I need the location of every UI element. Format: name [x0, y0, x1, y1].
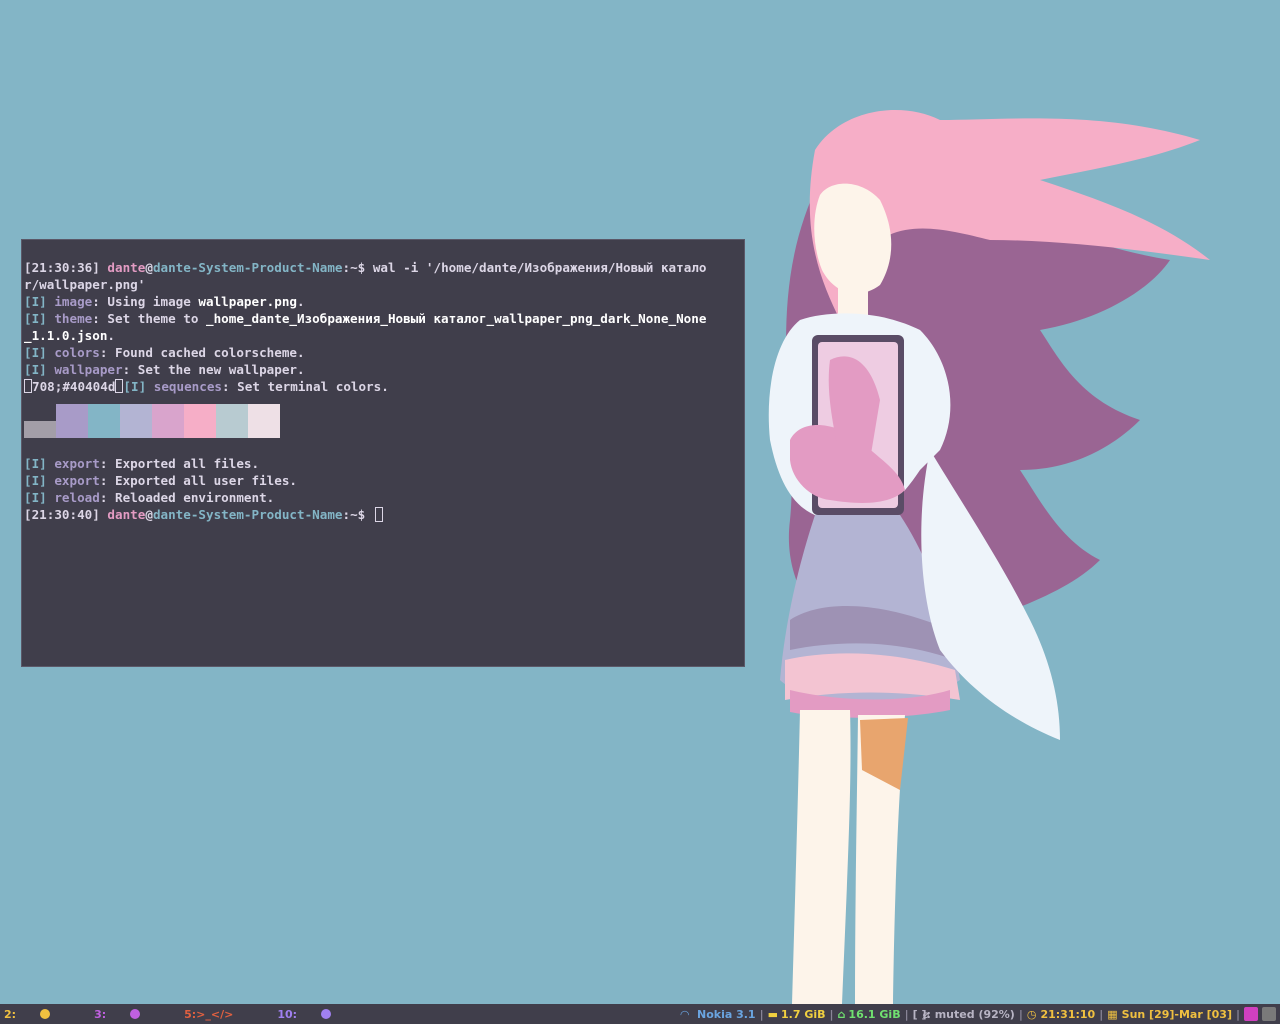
memory-value: 1.7 GiB: [781, 1007, 826, 1021]
color-swatch: [56, 404, 88, 438]
separator: |: [1235, 1007, 1240, 1021]
terminal-line: r/wallpaper.png': [24, 277, 146, 292]
terminal-line: _1.1.0.json.: [24, 328, 115, 343]
color-swatch: [216, 404, 248, 438]
workspace-label: 5:>_</>: [184, 1007, 234, 1021]
terminal-line: [I] reload: Reloaded environment.: [24, 490, 275, 505]
terminal-line: [I] export: Exported all files.: [24, 456, 260, 471]
date-value: Sun [29]-Mar [03]: [1121, 1007, 1232, 1021]
leg-left: [792, 710, 851, 1004]
terminal-line: [I] theme: Set theme to _home_dante_Изоб…: [24, 311, 707, 326]
disk-value: 16.1 GiB: [848, 1007, 901, 1021]
disk-module[interactable]: ⌂ 16.1 GiB: [834, 1008, 905, 1021]
terminal-line: [I] export: Exported all user files.: [24, 473, 297, 488]
color-swatch: [152, 404, 184, 438]
tray-app-icon[interactable]: [1244, 1007, 1258, 1021]
terminal-line: [I] colors: Found cached colorscheme.: [24, 345, 305, 360]
muted-speaker-icon: ⌀: [922, 1007, 930, 1021]
color-swatch: [120, 404, 152, 438]
color-swatch: [184, 404, 216, 438]
terminal-prompt[interactable]: [21:30:40] dante@dante-System-Product-Na…: [24, 506, 742, 523]
clock-module[interactable]: ◷ 21:31:10: [1023, 1008, 1099, 1021]
unknown-glyph-icon: [24, 379, 32, 393]
wifi-icon: ◠: [680, 1007, 689, 1021]
color-swatch: [24, 421, 56, 438]
workspace-3[interactable]: 5:>_</>: [184, 1008, 255, 1021]
terminal-line: [I] image: Using image wallpaper.png.: [24, 294, 305, 309]
terminal-window[interactable]: [21:30:36] dante@dante-System-Product-Na…: [21, 239, 745, 667]
terminal-line: [I] wallpaper: Set the new wallpaper.: [24, 362, 305, 377]
workspace-label: 3:: [94, 1007, 107, 1021]
workspace-list: 2: 3: 5:>_</> 10:: [4, 1008, 375, 1021]
date-module[interactable]: ▦ Sun [29]-Mar [03]: [1103, 1008, 1236, 1021]
memory-icon: ▬: [767, 1007, 779, 1021]
workspace-icon: [130, 1008, 141, 1019]
workspace-1[interactable]: 2:: [4, 1008, 72, 1021]
home-icon: ⌂: [837, 1007, 846, 1021]
workspace-label: 10:: [277, 1007, 298, 1021]
tray-status-icon[interactable]: [1262, 1007, 1276, 1021]
calendar-icon: ▦: [1107, 1007, 1118, 1021]
wifi-ssid: Nokia 3.1: [696, 1007, 756, 1021]
color-swatch: [248, 404, 280, 438]
terminal-line: 708;#40404d [I] sequences: Set terminal c…: [24, 378, 742, 395]
wifi-module[interactable]: ◠ Nokia 3.1: [677, 1008, 760, 1021]
workspace-2[interactable]: 3:: [94, 1008, 162, 1021]
clock-value: 21:31:10: [1040, 1007, 1096, 1021]
memory-module[interactable]: ▬ 1.7 GiB: [764, 1008, 830, 1021]
volume-module[interactable]: [ ]: muted (92%) ⌀: [909, 1008, 1019, 1021]
workspace-icon: [40, 1008, 51, 1019]
terminal-cursor[interactable]: [374, 507, 383, 522]
workspace-4[interactable]: 10:: [277, 1008, 353, 1021]
clock-icon: ◷: [1026, 1007, 1037, 1021]
status-modules: ◠ Nokia 3.1 | ▬ 1.7 GiB | ⌂ 16.1 GiB | […: [677, 1007, 1280, 1021]
color-palette: [24, 404, 742, 438]
color-swatch: [88, 404, 120, 438]
workspace-label: 2:: [4, 1007, 17, 1021]
workspace-icon: [321, 1008, 332, 1019]
status-bar: 2: 3: 5:>_</> 10: ◠ Nokia 3.1 | ▬ 1.7 GiB |…: [0, 1004, 1280, 1024]
terminal-line: [21:30:36] dante@dante-System-Product-Na…: [24, 260, 707, 275]
